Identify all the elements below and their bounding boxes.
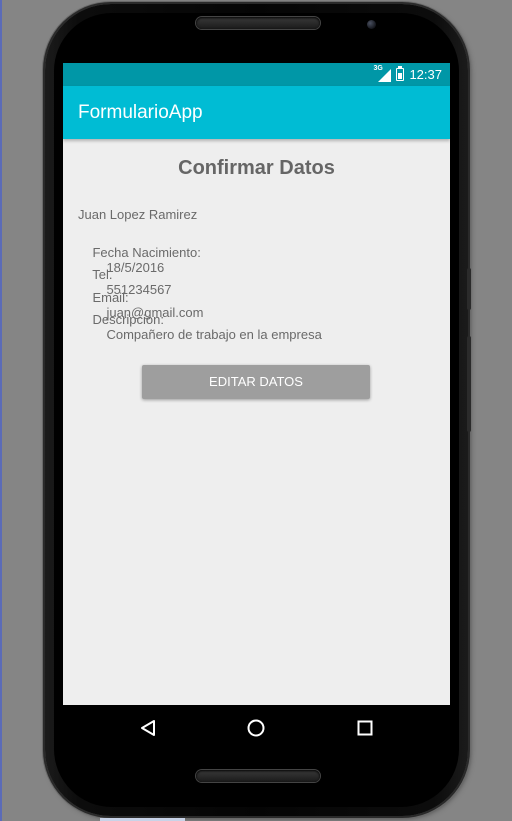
battery-icon <box>396 66 405 81</box>
status-clock: 12:37 <box>409 67 442 82</box>
app-bar: FormularioApp <box>63 86 450 139</box>
recents-button[interactable] <box>335 705 395 751</box>
status-bar: 3G 12:37 <box>63 63 450 86</box>
home-button[interactable] <box>226 705 286 751</box>
volume-button <box>467 336 471 432</box>
back-button[interactable] <box>118 705 178 751</box>
description-value: Compañero de trabajo en la empresa <box>106 327 322 342</box>
window-edge <box>0 0 2 821</box>
navigation-bar <box>63 705 450 751</box>
back-triangle-icon <box>141 720 155 736</box>
edit-data-button[interactable]: EDITAR DATOS <box>142 365 370 399</box>
page-title: Confirmar Datos <box>178 157 335 179</box>
name-text: Juan Lopez Ramirez <box>78 207 198 222</box>
recents-square-icon <box>357 720 373 736</box>
description-label: Descripcion: <box>92 312 164 327</box>
top-speaker <box>196 17 320 29</box>
signal-icon: 3G <box>373 65 392 82</box>
bottom-speaker <box>196 770 320 782</box>
app-screen: 3G 12:37 FormularioApp Confirmar Datos J… <box>63 63 450 705</box>
power-button <box>467 268 471 310</box>
description-row: Descripcion: Compañero de trabajo en la … <box>78 297 322 357</box>
app-title: FormularioApp <box>78 102 203 123</box>
front-camera <box>367 20 376 29</box>
home-circle-icon <box>247 719 265 737</box>
